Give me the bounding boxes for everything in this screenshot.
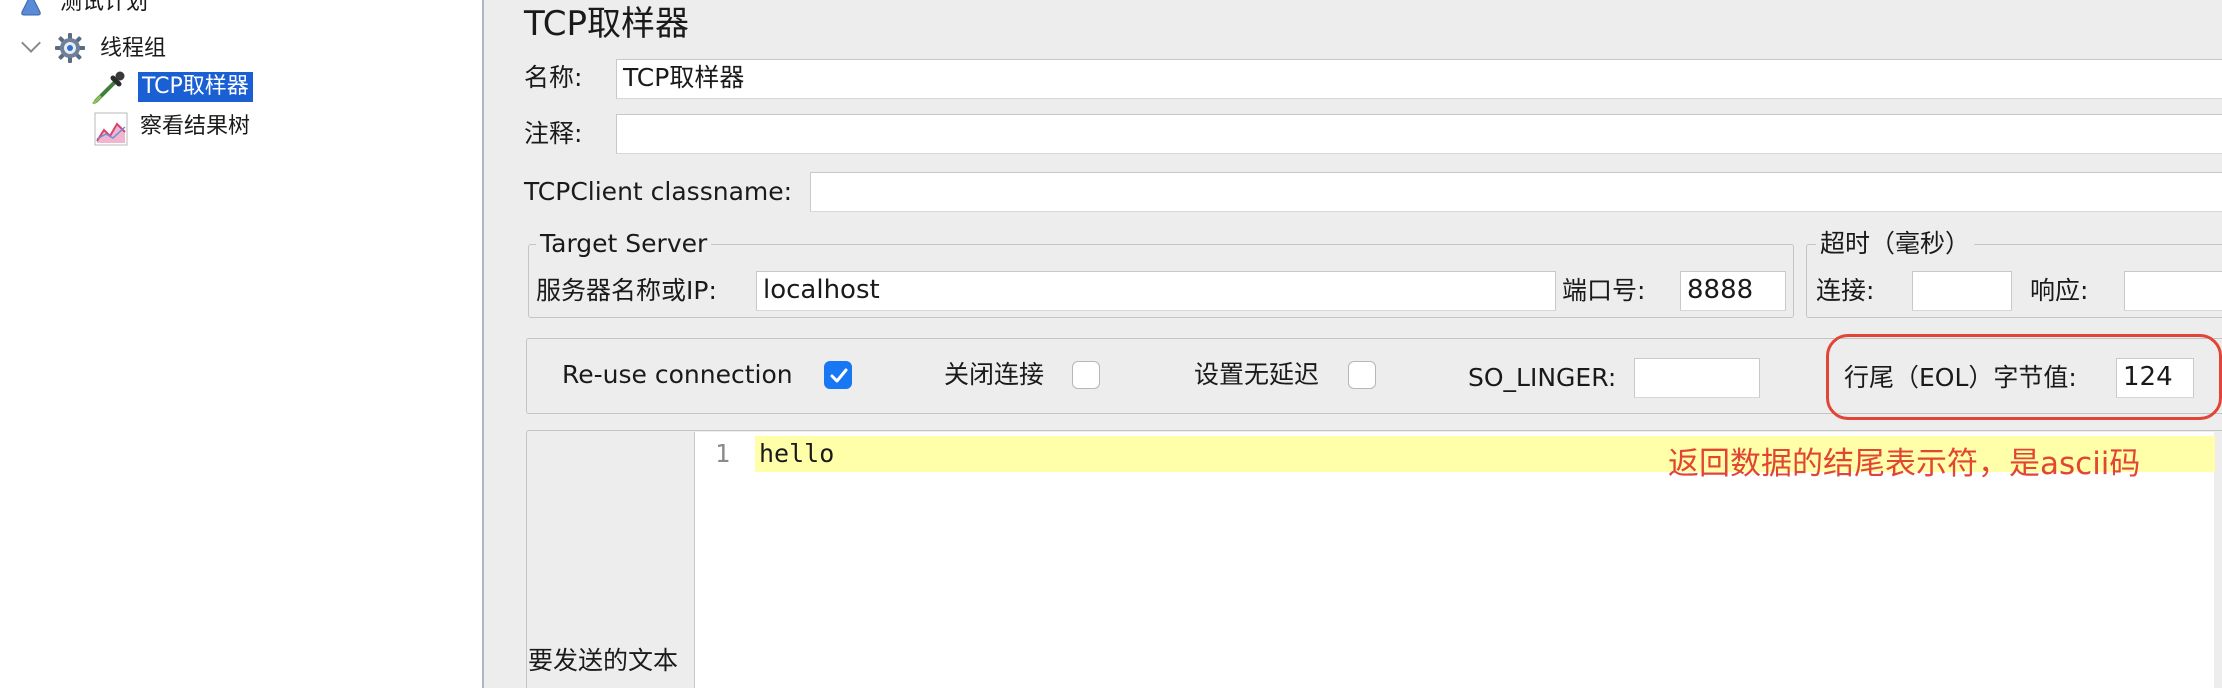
timeout-legend: 超时（毫秒）	[1816, 229, 1975, 259]
comment-label: 注释:	[524, 119, 583, 148]
test-plan-tree: 测试计划 线程组 TCP取样器 察看结果树	[0, 0, 484, 688]
port-field[interactable]: 8888	[1680, 271, 1786, 311]
close-connection-checkbox[interactable]	[1072, 361, 1100, 389]
chevron-down-icon[interactable]	[21, 33, 41, 53]
page-title: TCP取样器	[524, 4, 690, 44]
gear-icon	[54, 32, 86, 64]
line-number: 1	[715, 439, 731, 468]
tree-item-label: TCP取样器	[138, 72, 253, 102]
reuse-connection-label: Re-use connection	[562, 360, 793, 389]
tree-item-thread-group[interactable]: 线程组	[18, 32, 218, 66]
test-plan-icon	[20, 0, 42, 16]
server-label: 服务器名称或IP:	[536, 276, 717, 305]
so-linger-label: SO_LINGER:	[1468, 363, 1617, 392]
so-linger-field[interactable]	[1634, 358, 1760, 398]
connect-timeout-field[interactable]	[1912, 271, 2012, 311]
close-connection-label: 关闭连接	[944, 360, 1045, 389]
tree-item-label: 测试计划	[60, 0, 149, 15]
editor-text[interactable]: hello	[759, 437, 834, 471]
target-server-legend: Target Server	[536, 229, 712, 259]
port-label: 端口号:	[1562, 276, 1646, 305]
reuse-connection-checkbox[interactable]	[824, 361, 852, 389]
connect-timeout-label: 连接:	[1816, 276, 1875, 305]
tcp-sampler-panel: TCP取样器 名称: TCP取样器 注释: TCPClient classnam…	[486, 0, 2222, 688]
response-timeout-field[interactable]	[2124, 271, 2222, 311]
no-delay-checkbox[interactable]	[1348, 361, 1376, 389]
classname-label: TCPClient classname:	[524, 177, 793, 206]
classname-field[interactable]	[810, 172, 2222, 212]
text-to-send-label: 要发送的文本	[528, 646, 679, 675]
eol-annotation-box	[1826, 334, 2222, 420]
annotation-note: 返回数据的结尾表示符，是ascii码	[1668, 446, 2141, 482]
pipette-icon	[92, 70, 126, 105]
tree-item-test-plan[interactable]: 测试计划	[20, 0, 220, 18]
name-field[interactable]: TCP取样器	[616, 59, 2222, 99]
server-field[interactable]: localhost	[756, 271, 1556, 311]
comment-field[interactable]	[616, 114, 2222, 154]
tree-item-view-results-tree[interactable]: 察看结果树	[94, 110, 274, 146]
checkmark-icon	[830, 368, 848, 383]
tree-item-label: 察看结果树	[140, 114, 251, 139]
name-label: 名称:	[524, 63, 583, 92]
response-timeout-label: 响应:	[2030, 276, 2089, 305]
tree-item-label: 线程组	[100, 36, 167, 61]
chart-icon	[94, 112, 128, 146]
no-delay-label: 设置无延迟	[1194, 360, 1320, 389]
tree-item-tcp-sampler[interactable]: TCP取样器	[92, 70, 272, 106]
